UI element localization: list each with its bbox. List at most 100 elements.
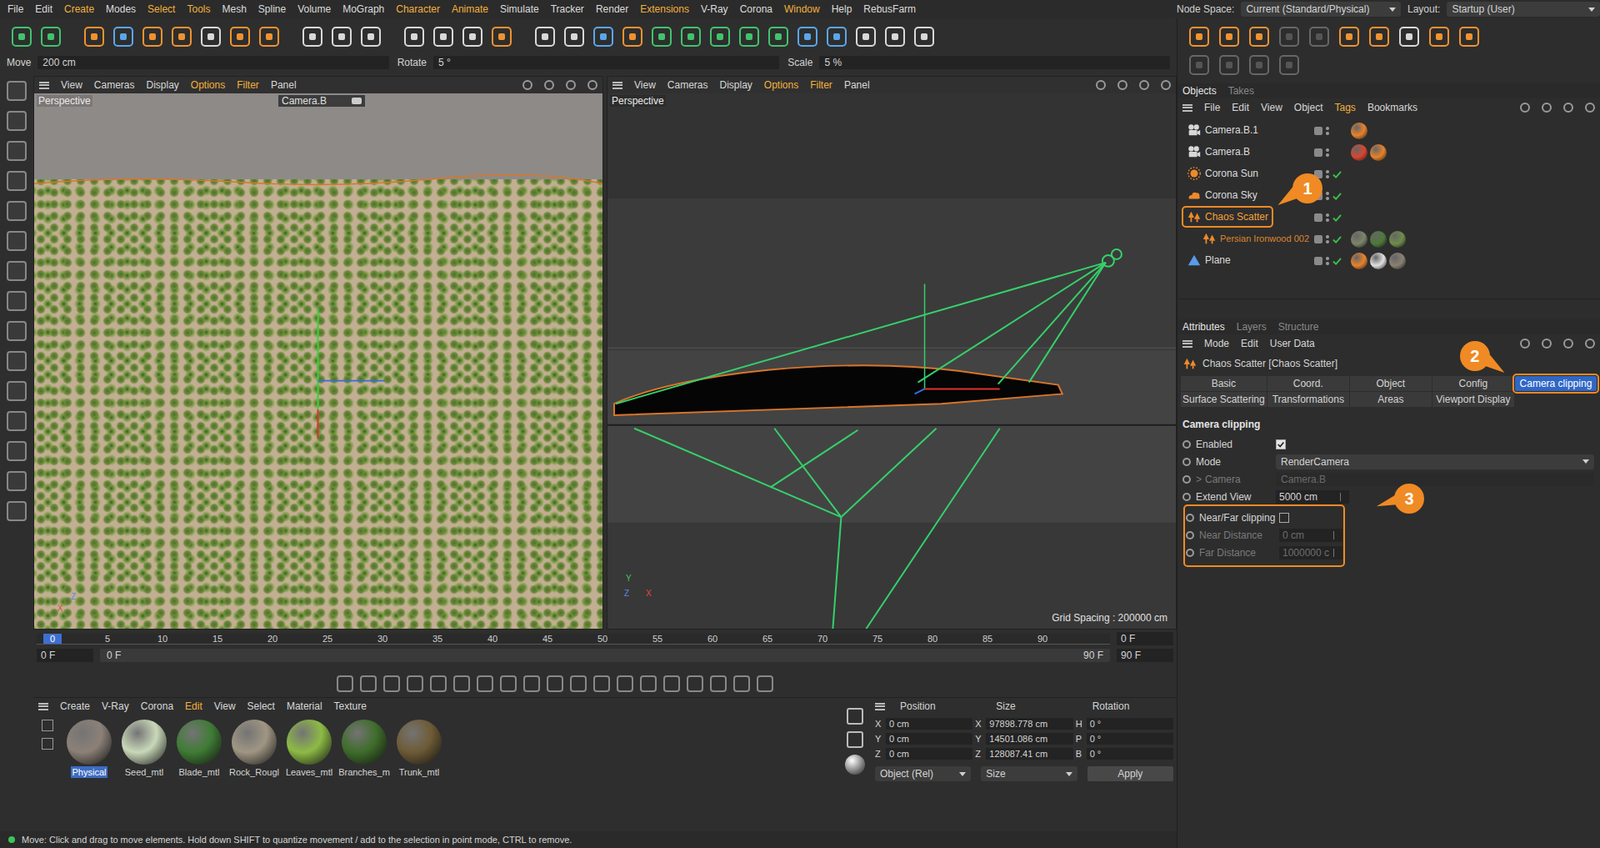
frame-tick[interactable]: 60 (703, 633, 722, 644)
edit-layer-icon[interactable] (1314, 213, 1323, 222)
menu-item[interactable]: Help (831, 3, 853, 15)
rotation-field[interactable]: 0 ° (1086, 732, 1174, 745)
material-menu-item[interactable]: Material (286, 700, 323, 712)
z-axis-icon[interactable] (317, 380, 385, 382)
playback-icon[interactable] (360, 675, 377, 692)
enabled-check-icon[interactable] (1332, 191, 1342, 201)
search-tool-icon[interactable] (1563, 102, 1574, 113)
navigation-icon[interactable] (1139, 80, 1150, 90)
attribute-tab[interactable]: Basic (1180, 375, 1267, 391)
tool-icon[interactable] (302, 26, 323, 47)
frame-tick[interactable]: 50 (593, 633, 612, 644)
mode-icon[interactable] (6, 80, 27, 101)
tool-icon[interactable] (885, 26, 905, 47)
object-label[interactable]: Camera.B.1 (1184, 121, 1261, 139)
end-frame-field[interactable]: 90 F (1116, 648, 1174, 662)
dots-icon[interactable] (1332, 126, 1342, 136)
tool-icon[interactable] (142, 26, 163, 47)
menu-item[interactable]: V-Ray (700, 3, 729, 15)
tool-icon[interactable] (1459, 26, 1480, 47)
tool-icon[interactable] (331, 26, 352, 47)
mode-icon[interactable] (6, 380, 27, 401)
panel-tab[interactable]: Takes (1228, 85, 1255, 97)
attribute-tab[interactable]: Config (1432, 375, 1515, 391)
search-tool-icon[interactable] (1585, 102, 1595, 113)
tool-icon[interactable] (680, 26, 701, 47)
position-field[interactable]: 0 cm (885, 747, 973, 760)
tool-icon[interactable] (739, 26, 760, 47)
playback-icon[interactable] (686, 675, 704, 692)
coordinate-mode-dropdown[interactable]: Object (Rel) (875, 765, 971, 781)
visibility-dots-icon[interactable] (1325, 256, 1330, 265)
frame-tick[interactable]: 35 (428, 633, 447, 644)
keyframe-icon[interactable] (1182, 475, 1191, 484)
start-frame-field[interactable]: 0 F (36, 648, 94, 662)
tool-icon[interactable] (797, 26, 818, 47)
tag-icon[interactable] (1350, 122, 1368, 140)
scene-view[interactable]: PerspectiveYZXGrid Spacing : 200000 cm (607, 93, 1176, 629)
viewport-menu-item[interactable]: Cameras (667, 79, 709, 91)
mode-dropdown[interactable]: RenderCamera (1275, 454, 1595, 470)
search-tool-icon[interactable] (1541, 102, 1552, 113)
menu-item[interactable]: MoGraph (342, 3, 385, 15)
menu-item[interactable]: Tracker (550, 3, 585, 15)
tool-icon[interactable] (1279, 26, 1300, 47)
viewport-menu-item[interactable]: Panel (270, 79, 297, 91)
camera-frustum-icon[interactable] (615, 249, 1122, 629)
object-row[interactable]: Chaos Scatter1 (1177, 206, 1600, 229)
playback-icon[interactable] (640, 675, 657, 692)
position-field[interactable]: 0 cm (885, 717, 973, 730)
tool-icon[interactable] (1189, 26, 1210, 47)
panel-tab[interactable]: Attributes (1182, 320, 1225, 333)
viewport-menu-item[interactable]: Panel (844, 79, 870, 91)
tool-icon[interactable] (1219, 26, 1240, 47)
tool-icon[interactable] (404, 26, 425, 47)
playback-icon[interactable] (453, 675, 470, 692)
attribute-menu-item[interactable]: Edit (1240, 337, 1259, 350)
tool-icon[interactable] (40, 26, 61, 47)
attribute-tab[interactable]: Object (1350, 375, 1432, 391)
tool-icon[interactable] (462, 26, 483, 47)
object-row[interactable]: Corona Sun (1177, 163, 1600, 185)
playback-icon[interactable] (406, 675, 424, 692)
frame-range-slider[interactable]: 0 F90 F (100, 648, 1110, 662)
enabled-check-icon[interactable] (1332, 170, 1342, 180)
tag-icon[interactable] (1370, 252, 1387, 270)
tool-icon[interactable] (1429, 26, 1450, 47)
add-icon[interactable] (41, 719, 54, 731)
attribute-menu-item[interactable]: Mode (1204, 337, 1230, 350)
number-field[interactable]: 5000 cm (1275, 490, 1350, 504)
scatter-object-icon[interactable] (614, 365, 1063, 415)
tag-icon[interactable] (1389, 230, 1406, 248)
navigation-icon[interactable] (1541, 338, 1552, 349)
viewport-menu-item[interactable]: View (634, 79, 656, 91)
tool-icon[interactable] (622, 26, 643, 47)
y-axis-icon[interactable] (316, 308, 319, 410)
material-menu-item[interactable]: View (214, 700, 236, 712)
frame-tick[interactable]: 20 (263, 633, 282, 644)
tool-icon[interactable] (826, 26, 847, 47)
current-frame-field[interactable]: 0 F (1116, 631, 1174, 645)
frame-tick[interactable]: 70 (813, 633, 832, 644)
visibility-dots-icon[interactable] (1325, 170, 1330, 179)
tool-icon[interactable] (171, 26, 192, 47)
mode-icon[interactable] (6, 140, 27, 161)
object-label[interactable]: Chaos Scatter1 (1184, 208, 1271, 225)
document-icon[interactable] (846, 707, 864, 725)
size-field[interactable]: 128087.41 cm (985, 747, 1073, 760)
checkbox[interactable] (1275, 439, 1286, 450)
tool-icon[interactable] (1249, 55, 1270, 75)
attribute-tab[interactable]: Camera clipping 2 (1515, 375, 1597, 391)
playback-icon[interactable] (756, 675, 774, 692)
navigation-icon[interactable] (1160, 80, 1171, 90)
tool-icon[interactable] (433, 26, 454, 47)
object-menu-item[interactable]: Edit (1231, 101, 1250, 114)
menu-item[interactable]: Volume (297, 3, 331, 15)
mode-icon[interactable] (6, 260, 27, 281)
tool-icon[interactable] (1249, 26, 1270, 47)
tool-icon[interactable] (651, 26, 672, 47)
mode-icon[interactable] (6, 500, 27, 521)
frame-tick[interactable]: 10 (153, 633, 172, 644)
visibility-dots-icon[interactable] (1325, 213, 1330, 222)
navigation-icon[interactable] (1563, 338, 1574, 349)
